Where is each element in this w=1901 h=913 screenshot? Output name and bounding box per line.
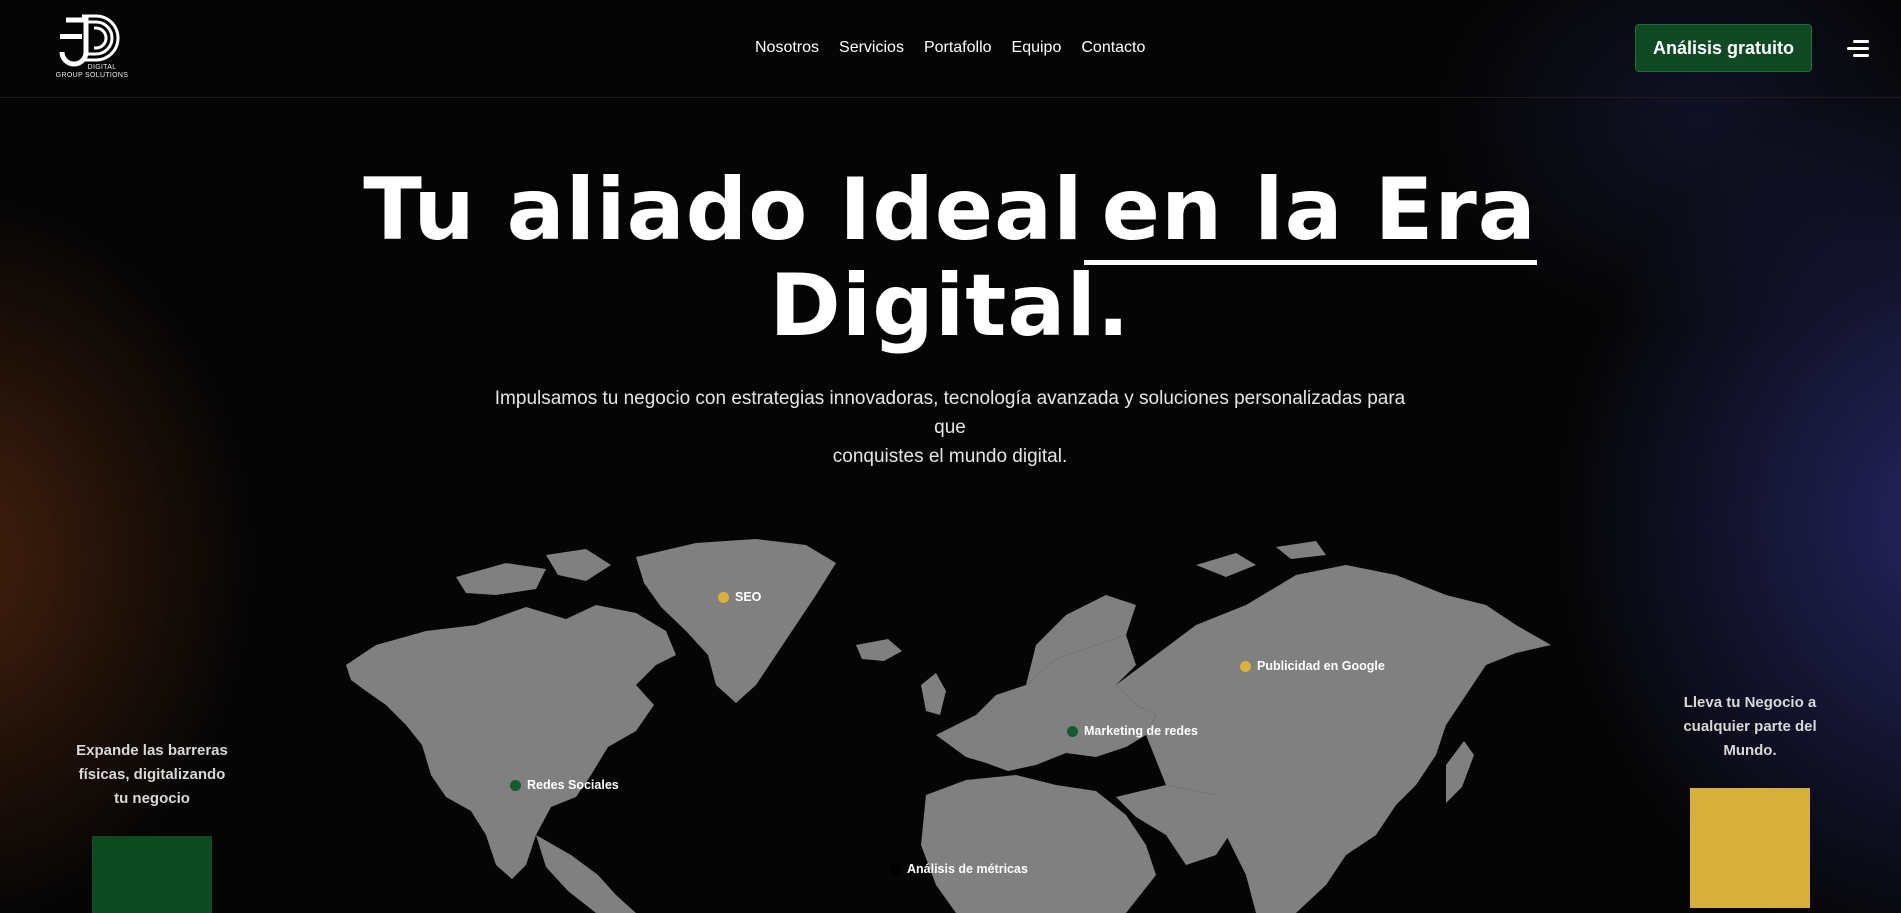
left-panel-line3: tu negocio xyxy=(114,790,190,807)
hero-title: Tu aliado Ideal en la Era Digital. xyxy=(250,160,1650,356)
right-panel-block xyxy=(1690,788,1810,908)
map-pin-social-marketing[interactable]: Marketing de redes xyxy=(1067,724,1198,738)
main-nav: Nosotros Servicios Portafollo Equipo Con… xyxy=(755,38,1145,58)
hero-subtitle: Impulsamos tu negocio con estrategias in… xyxy=(480,384,1420,471)
nav-link-portafolio[interactable]: Portafollo xyxy=(924,38,992,58)
map-pin-metrics[interactable]: Análisis de métricas xyxy=(890,862,1028,876)
map-pin-social-marketing-label: Marketing de redes xyxy=(1084,724,1198,738)
left-panel-line1: Expande las barreras xyxy=(76,742,228,759)
pin-dot-icon xyxy=(1240,660,1251,672)
map-pin-social-media[interactable]: Redes Sociales xyxy=(510,778,619,792)
hero-title-part1: Tu aliado Ideal xyxy=(363,160,1084,260)
pin-dot-icon xyxy=(718,591,729,603)
left-panel-block xyxy=(92,836,212,913)
map-pin-google-ads-label: Publicidad en Google xyxy=(1257,659,1385,673)
right-panel-line1: Lleva tu Negocio a xyxy=(1683,694,1817,711)
right-panel-text: Lleva tu Negocio a cualquier parte del M… xyxy=(1660,691,1840,763)
world-map-icon xyxy=(346,539,1551,913)
map-pin-social-media-label: Redes Sociales xyxy=(527,778,619,792)
hero-title-part2: Digital. xyxy=(769,256,1131,356)
free-analysis-button[interactable]: Análisis gratuito xyxy=(1635,24,1812,72)
pin-dot-icon xyxy=(510,779,521,791)
map-pin-seo-label: SEO xyxy=(735,590,762,604)
hero-title-accent: en la Era xyxy=(1083,160,1537,265)
logo-line-group: GROUP SOLUTIONS xyxy=(55,72,129,79)
pin-dot-icon xyxy=(1067,725,1078,737)
nav-link-contacto[interactable]: Contacto xyxy=(1081,38,1145,58)
map-pin-metrics-label: Análisis de métricas xyxy=(907,862,1028,876)
nav-link-equipo[interactable]: Equipo xyxy=(1012,38,1062,58)
hero-subtitle-line1: Impulsamos tu negocio con estrategias in… xyxy=(494,388,1406,438)
map-pin-google-ads[interactable]: Publicidad en Google xyxy=(1240,659,1385,673)
nav-link-nosotros[interactable]: Nosotros xyxy=(755,38,819,58)
pin-dot-icon xyxy=(890,863,901,875)
nav-link-servicios[interactable]: Servicios xyxy=(839,38,904,58)
right-panel-line3: Mundo. xyxy=(1723,742,1777,759)
right-panel-line2: cualquier parte del xyxy=(1683,718,1817,735)
menu-line-middle xyxy=(1847,47,1869,50)
left-panel-line2: físicas, digitalizando xyxy=(78,766,226,783)
brand-logo[interactable]: DIGITAL GROUP SOLUTIONS xyxy=(52,12,132,84)
left-panel-text: Expande las barreras físicas, digitaliza… xyxy=(62,739,242,811)
menu-line-top xyxy=(1853,40,1869,43)
hero-subtitle-line2: conquistes el mundo digital. xyxy=(832,446,1068,467)
logo-wordmark: DIGITAL GROUP SOLUTIONS xyxy=(52,64,132,80)
menu-lines-icon[interactable] xyxy=(1845,38,1869,60)
menu-line-bottom xyxy=(1853,54,1869,57)
map-pin-seo[interactable]: SEO xyxy=(718,590,761,604)
world-map xyxy=(336,535,1551,913)
site-header: DIGITAL GROUP SOLUTIONS Nosotros Servici… xyxy=(0,0,1901,98)
logo-line-digital: DIGITAL xyxy=(87,64,117,71)
